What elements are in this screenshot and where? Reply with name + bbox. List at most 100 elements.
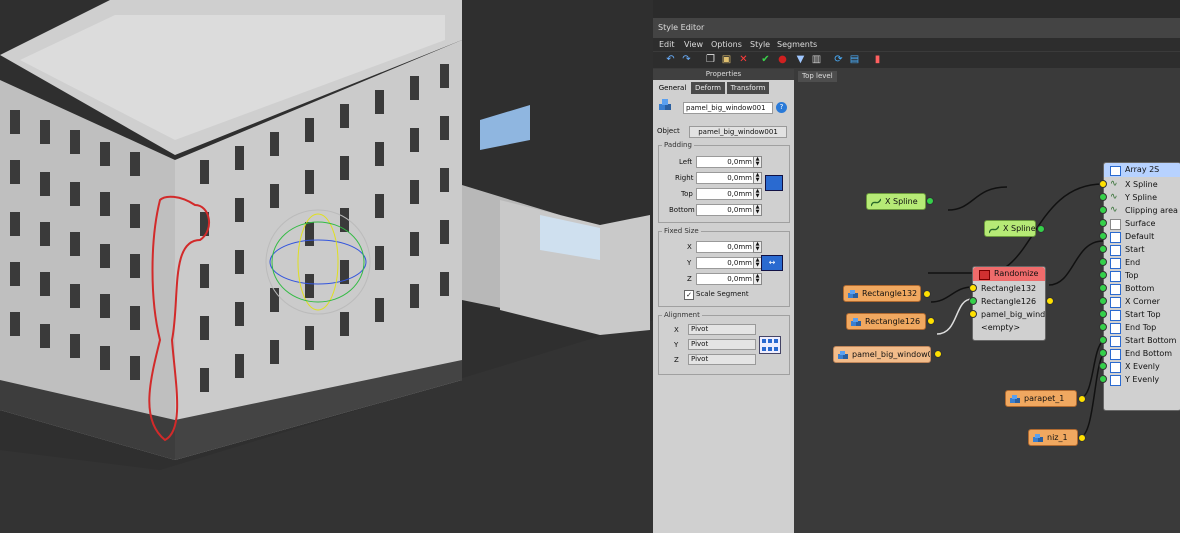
array-2s-node[interactable]: Array 2S ∿ X Spline ∿ Y Spline ∿ Clipping a… [1103, 162, 1180, 411]
object-icon [1033, 433, 1043, 442]
refresh-icon[interactable]: ⟳ [833, 54, 844, 65]
rectangle132-node[interactable]: Rectangle132 [843, 285, 921, 302]
randomize-in-port-1[interactable] [969, 284, 977, 292]
array-port-y-evenly[interactable] [1099, 375, 1107, 383]
niz-label: niz_1 [1047, 433, 1068, 442]
book-icon[interactable]: ▮ [872, 54, 883, 65]
padding-left-spinner[interactable]: ▲ ▼ [753, 156, 762, 168]
export-icon[interactable]: ▤ [849, 54, 860, 65]
menu-bar: Edit View Options Style Segments [653, 38, 1180, 51]
surface-icon [1110, 219, 1121, 230]
tab-transform[interactable]: Transform [727, 82, 769, 94]
pamel-big-window-label: pamel_big_window0 [852, 350, 931, 359]
x-spline-1-port[interactable] [926, 197, 934, 205]
array-port-end-top[interactable] [1099, 323, 1107, 331]
x-spline-node-1[interactable]: X Spline [866, 193, 926, 210]
trash-icon[interactable]: ▥ [811, 54, 822, 65]
fixed-x-input[interactable]: 0,0mm [696, 241, 755, 253]
array-port-start-top[interactable] [1099, 310, 1107, 318]
copy-icon[interactable]: ❐ [705, 54, 716, 65]
object-icon [838, 350, 848, 359]
segment-icon [1110, 284, 1121, 295]
menu-style[interactable]: Style [750, 40, 770, 49]
randomize-node[interactable]: Randomize Rectangle132 Rectangle126 pame… [972, 266, 1046, 341]
randomize-out-port[interactable] [1046, 297, 1054, 305]
padding-bottom-input[interactable]: 0,0mm [696, 204, 755, 216]
rectangle126-node[interactable]: Rectangle126 [846, 313, 926, 330]
fixed-size-link-icon[interactable]: ↔ [761, 255, 783, 271]
fixed-z-input[interactable]: 0,0mm [696, 273, 755, 285]
alignment-grid-icon[interactable] [759, 336, 781, 354]
padding-link-icon[interactable] [765, 175, 783, 191]
array-port-start[interactable] [1099, 245, 1107, 253]
parapet-port[interactable] [1078, 395, 1086, 403]
padding-right-input[interactable]: 0,0mm [696, 172, 755, 184]
segment-icon [1110, 349, 1121, 360]
spline-icon: ∿ [1110, 205, 1118, 215]
menu-options[interactable]: Options [711, 40, 742, 49]
array-port-clipping-area[interactable] [1099, 206, 1107, 214]
filter-icon[interactable]: ▼ [795, 54, 806, 65]
rectangle132-port[interactable] [923, 290, 931, 298]
fixed-z-spinner[interactable]: ▲ ▼ [753, 273, 762, 285]
padding-top-label: Top [681, 190, 693, 198]
help-icon[interactable]: ? [776, 102, 787, 113]
redo-icon[interactable]: ↷ [681, 54, 692, 65]
array-port-x-spline[interactable] [1099, 180, 1107, 188]
pamel-big-window-node[interactable]: pamel_big_window0 [833, 346, 931, 363]
x-spline-node-1-label: X Spline [885, 197, 918, 206]
array-port-default[interactable] [1099, 232, 1107, 240]
tab-deform[interactable]: Deform [691, 82, 725, 94]
delete-icon[interactable]: ✕ [738, 54, 749, 65]
3d-viewport[interactable] [0, 0, 653, 533]
segment-icon [1110, 258, 1121, 269]
niz-node[interactable]: niz_1 [1028, 429, 1078, 446]
padding-bottom-spinner[interactable]: ▲ ▼ [753, 204, 762, 216]
padding-top-spinner[interactable]: ▲ ▼ [753, 188, 762, 200]
padding-right-spinner[interactable]: ▲ ▼ [753, 172, 762, 184]
name-field[interactable]: pamel_big_window001 [683, 102, 773, 114]
paste-icon[interactable]: ▣ [721, 54, 732, 65]
segment-icon [1110, 245, 1121, 256]
stop-icon[interactable]: ● [777, 54, 788, 65]
x-spline-2-port[interactable] [1037, 225, 1045, 233]
undo-icon[interactable]: ↶ [665, 54, 676, 65]
fixed-x-spinner[interactable]: ▲ ▼ [753, 241, 762, 253]
array-port-x-corner[interactable] [1099, 297, 1107, 305]
pamel-big-window-port[interactable] [934, 350, 942, 358]
array-port-end[interactable] [1099, 258, 1107, 266]
parapet-node[interactable]: parapet_1 [1005, 390, 1077, 407]
node-graph[interactable]: Top level X Spline X Spline Rectangle132 [794, 69, 1180, 533]
randomize-in-port-3[interactable] [969, 310, 977, 318]
padding-right-label: Right [675, 174, 694, 182]
array-port-x-evenly[interactable] [1099, 362, 1107, 370]
padding-left-input[interactable]: 0,0mm [696, 156, 755, 168]
array-port-y-spline[interactable] [1099, 193, 1107, 201]
array-header[interactable]: Array 2S [1104, 163, 1180, 177]
randomize-in-port-2[interactable] [969, 297, 977, 305]
align-z-select[interactable]: Pivot [688, 354, 756, 365]
rectangle132-label: Rectangle132 [862, 289, 918, 298]
niz-port[interactable] [1078, 434, 1086, 442]
align-y-label: Y [674, 341, 679, 349]
array-port-start-bottom[interactable] [1099, 336, 1107, 344]
menu-segments[interactable]: Segments [777, 40, 817, 49]
randomize-header[interactable]: Randomize [973, 267, 1045, 281]
rectangle126-port[interactable] [927, 317, 935, 325]
apply-icon[interactable]: ✔ [760, 54, 771, 65]
object-field[interactable]: pamel_big_window001 [689, 126, 787, 138]
scale-segment-checkbox[interactable]: ✓ [684, 290, 694, 300]
array-port-top[interactable] [1099, 271, 1107, 279]
padding-top-input[interactable]: 0,0mm [696, 188, 755, 200]
x-spline-node-2[interactable]: X Spline [984, 220, 1036, 237]
align-y-select[interactable]: Pivot [688, 339, 756, 350]
menu-edit[interactable]: Edit [659, 40, 675, 49]
fixed-y-input[interactable]: 0,0mm [696, 257, 755, 269]
array-port-bottom[interactable] [1099, 284, 1107, 292]
title-bar[interactable]: Style Editor [653, 18, 1180, 38]
array-port-end-bottom[interactable] [1099, 349, 1107, 357]
array-port-surface[interactable] [1099, 219, 1107, 227]
tab-general[interactable]: General [656, 82, 689, 94]
align-x-select[interactable]: Pivot [688, 324, 756, 335]
menu-view[interactable]: View [684, 40, 703, 49]
